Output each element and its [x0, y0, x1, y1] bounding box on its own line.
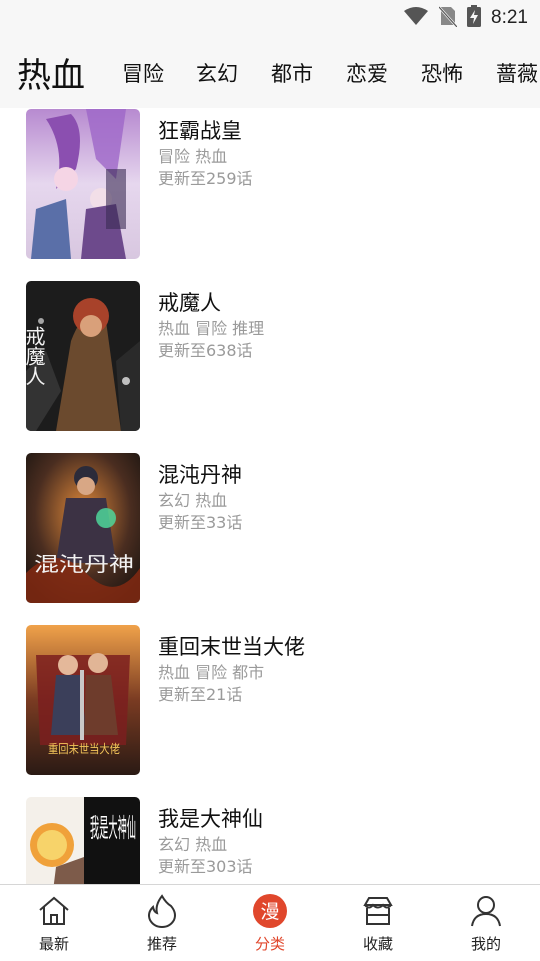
comic-update-status: 更新至259话 [158, 169, 253, 188]
battery-charging-icon [467, 5, 482, 31]
no-sim-icon [438, 5, 458, 31]
person-icon [471, 896, 501, 927]
flame-icon [148, 894, 176, 929]
nav-recommend-label: 推荐 [146, 935, 177, 953]
comic-item[interactable]: 我是大神仙 我是大神仙 玄幻 热血 更新至303话 [0, 797, 540, 884]
manga-category-icon: 漫 [253, 894, 287, 928]
cover-text: 我是大神仙 [90, 814, 136, 844]
comic-title[interactable]: 混沌丹神 [158, 459, 242, 489]
comic-update-status: 更新至21话 [158, 685, 243, 704]
comic-tags: 热血 冒险 推理 [158, 319, 265, 338]
comic-title[interactable]: 戒魔人 [158, 287, 221, 317]
cover-text: 戒魔人 [26, 326, 46, 386]
comic-cover[interactable]: 戒魔人 [26, 281, 140, 431]
comic-cover[interactable] [26, 109, 140, 259]
comic-tags: 冒险 热血 [158, 147, 228, 166]
wifi-icon [403, 6, 429, 30]
tab-maoxian[interactable]: 冒险 [122, 58, 164, 88]
comic-update-status: 更新至303话 [158, 857, 253, 876]
nav-favorites[interactable]: 收藏 [324, 885, 432, 961]
home-icon [39, 896, 69, 925]
comic-item[interactable]: 狂霸战皇 冒险 热血 更新至259话 [0, 109, 540, 281]
nav-latest[interactable]: 最新 [0, 885, 108, 961]
comic-cover[interactable]: 重回末世当大佬 [26, 625, 140, 775]
comic-tags: 玄幻 热血 [158, 491, 228, 510]
comic-item[interactable]: 戒魔人 戒魔人 热血 冒险 推理 更新至638话 [0, 281, 540, 453]
category-icon-glyph: 漫 [260, 901, 279, 923]
comic-title[interactable]: 狂霸战皇 [158, 115, 242, 145]
tab-lianai[interactable]: 恋爱 [346, 58, 388, 88]
tab-dushi[interactable]: 都市 [271, 58, 313, 88]
nav-category-label: 分类 [254, 935, 285, 953]
comic-tags: 玄幻 热血 [158, 835, 228, 854]
bottom-nav: 最新 推荐 漫 分类 收藏 我的 [0, 884, 540, 961]
cover-text: 混沌丹神 [34, 552, 134, 576]
comic-update-status: 更新至638话 [158, 341, 253, 360]
comic-item[interactable]: 重回末世当大佬 重回末世当大佬 热血 冒险 都市 更新至21话 [0, 625, 540, 797]
shop-icon [363, 897, 393, 925]
tab-kongbu[interactable]: 恐怖 [421, 58, 463, 88]
status-icons: 8:21 [403, 0, 528, 36]
comic-tags: 热血 冒险 都市 [158, 663, 265, 682]
comic-cover[interactable]: 我是大神仙 [26, 797, 140, 884]
nav-latest-label: 最新 [38, 935, 69, 953]
active-category-title[interactable]: 热血 [17, 48, 85, 97]
cover-text: 重回末世当大佬 [48, 742, 120, 756]
category-tab-bar: 热血 冒险 玄幻 都市 恋爱 恐怖 蔷薇 [0, 36, 540, 108]
nav-favorites-label: 收藏 [362, 935, 393, 953]
nav-recommend[interactable]: 推荐 [108, 885, 216, 961]
tab-xuanhuan[interactable]: 玄幻 [196, 58, 238, 88]
status-bar: 8:21 [0, 0, 540, 36]
nav-category[interactable]: 漫 分类 [216, 885, 324, 961]
comic-cover[interactable]: 混沌丹神 [26, 453, 140, 603]
clock: 8:21 [491, 7, 528, 28]
comic-item[interactable]: 混沌丹神 混沌丹神 玄幻 热血 更新至33话 [0, 453, 540, 625]
comic-update-status: 更新至33话 [158, 513, 243, 532]
tab-qiangwei[interactable]: 蔷薇 [496, 58, 538, 88]
comic-title[interactable]: 我是大神仙 [158, 803, 263, 833]
nav-profile-label: 我的 [470, 935, 501, 953]
comic-title[interactable]: 重回末世当大佬 [158, 631, 305, 661]
nav-profile[interactable]: 我的 [432, 885, 540, 961]
comic-list: 狂霸战皇 冒险 热血 更新至259话 戒魔人 戒魔人 热血 冒险 推理 更新至6… [0, 108, 540, 884]
